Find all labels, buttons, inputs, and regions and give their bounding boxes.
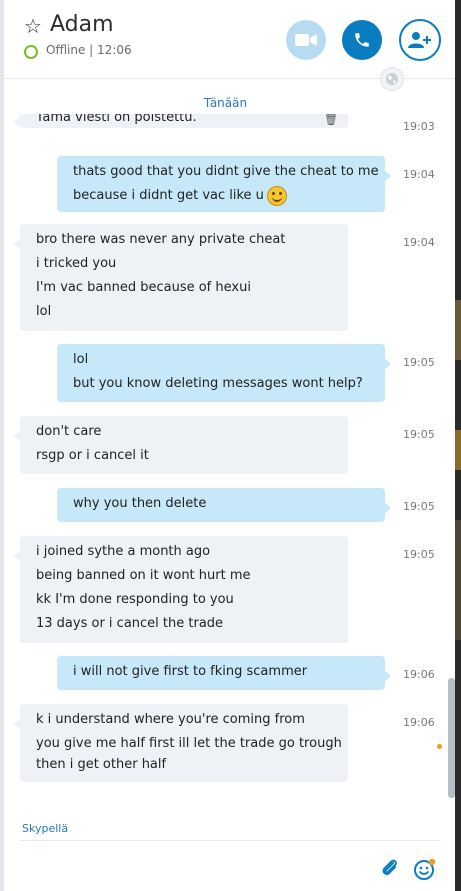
message-outgoing[interactable]: i will not give first to fking scammer <box>57 656 391 690</box>
message-list-scrollbar[interactable] <box>448 678 455 798</box>
message-time: 19:05 <box>403 428 435 441</box>
message-line: i tricked you <box>36 256 117 271</box>
emoticon-icon[interactable] <box>414 858 436 880</box>
message-line: I'm vac banned because of hexui <box>36 280 251 295</box>
message-line: bro there was never any private cheat <box>36 232 286 247</box>
composer-label: Skypellä <box>22 822 69 835</box>
message-line: k i understand where you're coming from <box>36 712 305 727</box>
video-call-button[interactable] <box>286 20 326 60</box>
message-outgoing[interactable]: lol but you know deleting messages wont … <box>57 344 391 402</box>
smile-emoticon-icon <box>266 185 287 206</box>
message-incoming[interactable]: k i understand where you're coming from … <box>14 704 348 782</box>
paperclip-icon[interactable] <box>380 858 400 880</box>
message-outgoing[interactable]: why you then delete <box>57 488 391 522</box>
message-list[interactable]: Tämä viesti on poistettu. 🗑 19:03 thats … <box>4 114 448 814</box>
message-incoming[interactable]: don't care rsgp or i cancel it <box>14 416 348 474</box>
video-call-icon <box>295 34 317 46</box>
message-incoming[interactable]: bro there was never any private cheat i … <box>14 224 348 331</box>
message-time: 19:04 <box>403 236 435 249</box>
window-right-edge <box>455 0 461 891</box>
message-line: then i get other half <box>36 757 167 772</box>
date-separator: Tänään <box>203 96 248 110</box>
message-deleted[interactable]: Tämä viesti on poistettu. 🗑 <box>14 114 348 128</box>
message-line: because i didnt get vac like u <box>73 188 264 203</box>
conversation-header: ☆ Adam Offline | 12:06 <box>4 0 455 91</box>
audio-call-button[interactable] <box>342 20 382 60</box>
message-line: i will not give first to fking scammer <box>73 664 308 679</box>
message-line: 13 days or i cancel the trade <box>36 616 224 631</box>
add-person-icon <box>408 32 431 48</box>
message-line: Tämä viesti on poistettu. <box>36 114 197 125</box>
message-time: 19:05 <box>403 500 435 513</box>
unread-indicator <box>437 744 442 749</box>
contact-name[interactable]: Adam <box>50 12 114 37</box>
message-line: kk I'm done responding to you <box>36 592 234 607</box>
message-line: why you then delete <box>73 496 207 511</box>
message-incoming[interactable]: i joined sythe a month ago being banned … <box>14 536 348 643</box>
globe-icon[interactable] <box>380 67 404 91</box>
contact-status: Offline | 12:06 <box>46 43 132 57</box>
message-line: thats good that you didnt give the cheat… <box>73 164 379 179</box>
presence-offline-icon <box>24 45 38 59</box>
message-time: 19:05 <box>403 356 435 369</box>
add-people-button[interactable] <box>399 19 441 61</box>
message-line: rsgp or i cancel it <box>36 448 149 463</box>
message-line: lol <box>36 304 52 319</box>
message-time: 19:04 <box>403 168 435 181</box>
message-line: being banned on it wont hurt me <box>36 568 251 583</box>
message-line: you give me half first ill let the trade… <box>36 736 342 751</box>
message-line: don't care <box>36 424 102 439</box>
phone-call-icon <box>355 33 369 47</box>
trash-icon[interactable]: 🗑 <box>324 114 338 132</box>
star-outline-icon[interactable]: ☆ <box>24 14 42 38</box>
message-time: 19:03 <box>403 120 435 133</box>
message-time: 19:06 <box>403 668 435 681</box>
message-outgoing[interactable]: thats good that you didnt give the cheat… <box>57 156 391 212</box>
message-line: but you know deleting messages wont help… <box>73 376 363 391</box>
message-line: lol <box>73 352 89 367</box>
message-line: i joined sythe a month ago <box>36 544 211 559</box>
message-time: 19:06 <box>403 716 435 729</box>
message-input[interactable] <box>20 841 364 883</box>
message-time: 19:05 <box>403 548 435 561</box>
